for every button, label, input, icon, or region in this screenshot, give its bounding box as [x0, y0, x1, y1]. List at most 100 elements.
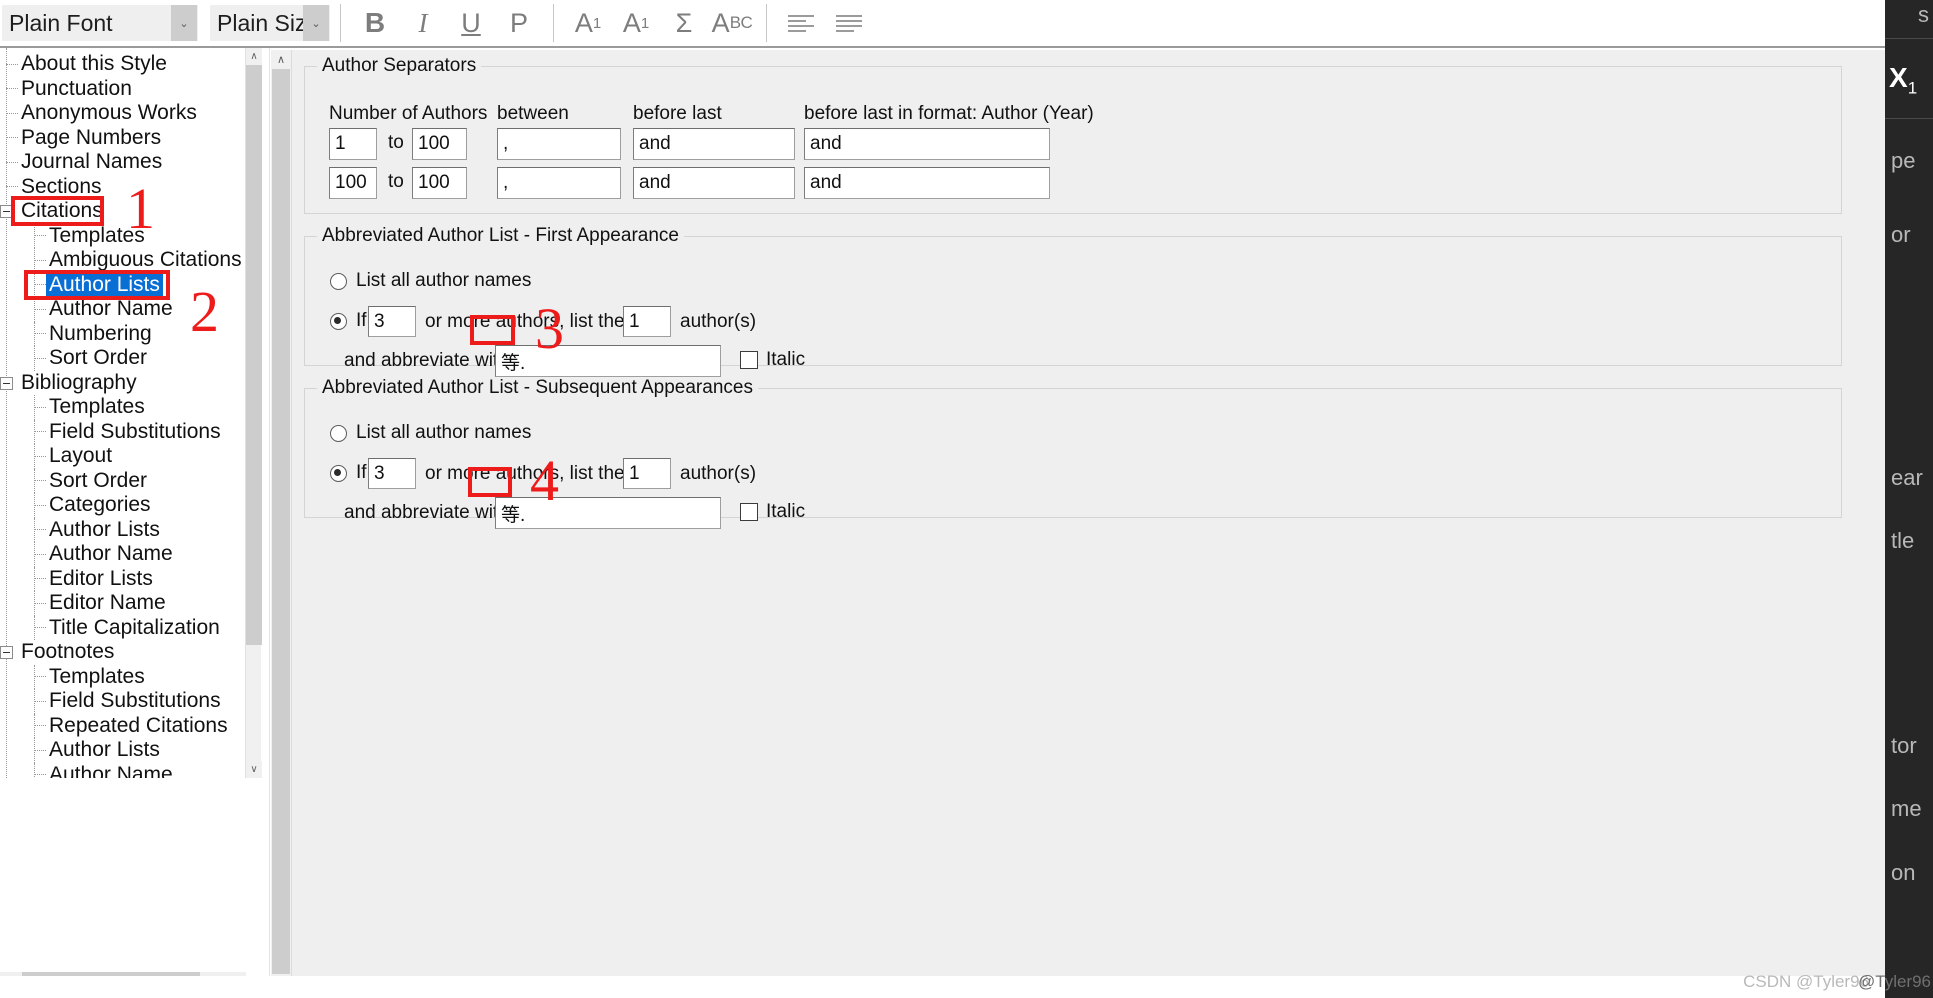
tree-item-editor-name[interactable]: Editor Name — [0, 591, 246, 616]
tree-item-label: Templates — [49, 664, 145, 688]
tree-item-label: Title Capitalization — [49, 615, 220, 639]
tree-branch-line — [34, 431, 46, 433]
first-list-all-radio[interactable]: List all author names — [330, 270, 531, 292]
tree-guide-line — [34, 762, 35, 778]
tree-item-label: Repeated Citations — [49, 713, 228, 737]
authors-to-input-row2[interactable]: 100 — [412, 167, 467, 199]
tree-item-categories[interactable]: Categories — [0, 493, 246, 518]
tree-item-anonymous-works[interactable]: Anonymous Works — [0, 101, 246, 126]
tree-item-label: Author Lists — [46, 272, 163, 297]
checkbox-unchecked-icon[interactable] — [740, 503, 758, 521]
chevron-down-icon[interactable]: ⌄ — [303, 5, 329, 41]
authors-from-input-row1[interactable]: 1 — [329, 128, 377, 160]
tree-item-label: Page Numbers — [21, 125, 162, 149]
checkbox-unchecked-icon[interactable] — [740, 351, 758, 369]
collapse-expander-icon[interactable] — [0, 376, 13, 390]
subsequent-if-count-input[interactable]: 3 — [368, 458, 416, 489]
tree-item-templates[interactable]: Templates — [0, 395, 246, 420]
first-abbreviate-input[interactable]: 等. — [495, 345, 721, 377]
subsequent-first-count-input[interactable]: 1 — [623, 458, 671, 489]
subsequent-abbreviate-input[interactable]: 等. — [495, 497, 721, 529]
before-last-format-input-row2[interactable]: and — [804, 167, 1050, 199]
tree-branch-line — [34, 406, 46, 408]
tree-branch-line — [34, 578, 46, 580]
italic-button[interactable]: I — [399, 1, 447, 45]
between-input-row2[interactable]: , — [497, 167, 621, 199]
tree-item-label: Sections — [21, 174, 102, 198]
content-vertical-scrollbar[interactable]: ∧ — [271, 50, 291, 998]
tree-item-templates[interactable]: Templates — [0, 664, 246, 689]
collapse-expander-icon[interactable] — [0, 205, 13, 218]
tree-item-templates[interactable]: Templates — [0, 223, 246, 248]
tree-item-layout[interactable]: Layout — [0, 444, 246, 469]
dark-strip-divider — [1885, 38, 1933, 39]
before-last-input-row2[interactable]: and — [633, 167, 795, 199]
subsequent-list-all-radio[interactable]: List all author names — [330, 422, 531, 444]
tree-item-author-name[interactable]: Author Name — [0, 542, 246, 567]
small-caps-base: A — [711, 7, 730, 38]
scroll-up-arrow-icon[interactable]: ∧ — [271, 50, 291, 69]
tree-item-footnotes[interactable]: Footnotes — [0, 640, 246, 665]
tree-item-about-this-style[interactable]: About this Style — [0, 52, 246, 77]
between-input-row1[interactable]: , — [497, 128, 621, 160]
superscript-button[interactable]: A1 — [564, 1, 612, 45]
tree-item-repeated-citations[interactable]: Repeated Citations — [0, 713, 246, 738]
tree-item-author-lists[interactable]: Author Lists — [0, 738, 246, 763]
tree-item-sort-order[interactable]: Sort Order — [0, 346, 246, 371]
font-family-dropdown[interactable]: Plain Font ⌄ — [2, 5, 198, 41]
tree-item-author-lists[interactable]: Author Lists — [0, 517, 246, 542]
chevron-down-icon[interactable]: ⌄ — [171, 5, 197, 41]
align-justify-button[interactable] — [825, 1, 873, 45]
collapse-expander-icon[interactable] — [0, 646, 13, 659]
author-separators-title: Author Separators — [317, 55, 482, 77]
first-first-count-input[interactable]: 1 — [623, 306, 671, 337]
first-italic-checkbox-row[interactable]: Italic — [740, 349, 805, 371]
tree-item-punctuation[interactable]: Punctuation — [0, 77, 246, 102]
tree-guide-line — [34, 591, 35, 616]
tree-item-page-numbers[interactable]: Page Numbers — [0, 126, 246, 151]
tree-item-label: Bibliography — [21, 370, 137, 394]
author-lists-settings-pane: ∧ Author Separators Number of Authors be… — [271, 50, 1885, 998]
align-left-button[interactable] — [777, 1, 825, 45]
first-if-count-input[interactable]: 3 — [368, 306, 416, 337]
tree-item-label: Citations — [21, 199, 103, 223]
tree-item-field-substitutions[interactable]: Field Substitutions — [0, 689, 246, 714]
scrollbar-thumb[interactable] — [272, 69, 290, 974]
scrollbar-thumb[interactable] — [246, 65, 262, 645]
radio-selected-icon — [330, 312, 347, 330]
tree-guide-line — [34, 517, 35, 542]
first-appearance-title: Abbreviated Author List - First Appearan… — [317, 225, 684, 247]
first-if-radio[interactable]: If — [330, 310, 367, 332]
tree-item-sections[interactable]: Sections — [0, 175, 246, 200]
tree-vertical-scrollbar[interactable]: ∧ ∨ — [245, 48, 262, 778]
subsequent-if-radio[interactable]: If — [330, 462, 367, 484]
scroll-up-arrow-icon[interactable]: ∧ — [246, 48, 262, 65]
tree-item-sort-order[interactable]: Sort Order — [0, 468, 246, 493]
plain-button[interactable]: P — [495, 1, 543, 45]
scroll-down-arrow-icon[interactable]: ∨ — [246, 761, 262, 778]
font-size-dropdown[interactable]: Plain Size ⌄ — [210, 5, 330, 41]
tree-item-title-capitalization[interactable]: Title Capitalization — [0, 615, 246, 640]
before-last-input-row1[interactable]: and — [633, 128, 795, 160]
underline-button[interactable]: U — [447, 1, 495, 45]
tree-item-citations[interactable]: Citations — [0, 199, 246, 224]
tree-item-field-substitutions[interactable]: Field Substitutions — [0, 419, 246, 444]
tree-item-label: Sort Order — [49, 346, 148, 370]
tree-item-author-name[interactable]: Author Name — [0, 762, 246, 778]
tree-item-journal-names[interactable]: Journal Names — [0, 150, 246, 175]
tree-item-editor-lists[interactable]: Editor Lists — [0, 566, 246, 591]
small-caps-button[interactable]: A BC — [708, 1, 756, 45]
tree-item-label: Templates — [49, 395, 145, 419]
subscript-button[interactable]: A1 — [612, 1, 660, 45]
tree-branch-line — [6, 186, 18, 188]
annotation-number-4: 4 — [530, 448, 559, 513]
subsequent-italic-checkbox-row[interactable]: Italic — [740, 501, 805, 523]
tree-item-ambiguous-citations[interactable]: Ambiguous Citations — [0, 248, 246, 273]
authors-to-input-row1[interactable]: 100 — [412, 128, 467, 160]
insert-symbol-button[interactable]: Σ — [660, 1, 708, 45]
tree-item-bibliography[interactable]: Bibliography — [0, 371, 246, 396]
authors-from-input-row2[interactable]: 100 — [329, 167, 377, 199]
before-last-format-input-row1[interactable]: and — [804, 128, 1050, 160]
tree-branch-line — [34, 529, 46, 531]
bold-button[interactable]: B — [351, 1, 399, 45]
